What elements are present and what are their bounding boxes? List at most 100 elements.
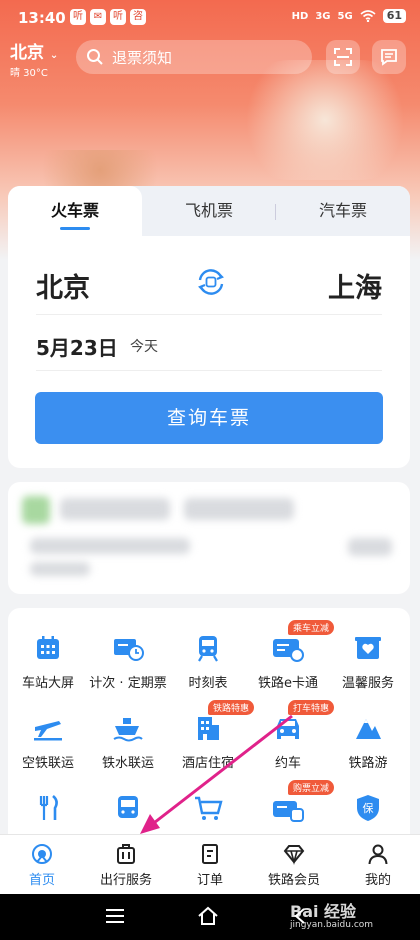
user-icon bbox=[368, 844, 388, 865]
search-icon bbox=[87, 49, 103, 65]
message-icon bbox=[381, 49, 397, 66]
tab-divider bbox=[275, 204, 276, 220]
swap-icon[interactable] bbox=[195, 266, 227, 298]
plane-icon bbox=[34, 721, 62, 741]
service-label: 计次 · 定期票 bbox=[89, 676, 167, 691]
insurance-icon: 保 bbox=[357, 795, 379, 821]
blurred-text bbox=[60, 498, 170, 520]
tab-bus[interactable]: 汽车票 bbox=[276, 186, 410, 236]
departure-city[interactable]: 北京 bbox=[36, 266, 90, 305]
date-note: 今天 bbox=[130, 339, 158, 355]
city-selector[interactable]: 北京 ⌄ 晴 30°C bbox=[10, 38, 58, 79]
nav-profile[interactable]: 我的 bbox=[336, 835, 420, 894]
bus-icon bbox=[118, 796, 138, 818]
service-rail-tour[interactable]: 铁路游 bbox=[328, 708, 408, 771]
service-bus[interactable] bbox=[88, 788, 168, 832]
service-air-rail[interactable]: 空铁联运 bbox=[8, 708, 88, 771]
calendar-icon bbox=[37, 636, 59, 659]
banner-decoration bbox=[230, 60, 420, 180]
blurred-icon bbox=[22, 496, 50, 524]
home-icon bbox=[32, 844, 52, 864]
home-button-icon[interactable] bbox=[196, 906, 220, 926]
fork-knife-icon bbox=[39, 795, 58, 820]
nav-travel-services[interactable]: 出行服务 bbox=[84, 835, 168, 894]
city-name: 北京 bbox=[10, 43, 44, 63]
heart-box-icon bbox=[355, 637, 381, 659]
chevron-down-icon: ⌄ bbox=[49, 50, 59, 61]
ticket-clock-icon bbox=[114, 639, 144, 661]
battery-indicator: 61 bbox=[382, 9, 406, 23]
watermark-site: jingyan.baidu.com bbox=[290, 920, 374, 930]
weather-text: 晴 30°C bbox=[10, 68, 48, 79]
query-tickets-button[interactable]: 查询车票 bbox=[35, 392, 383, 444]
tab-train[interactable]: 火车票 bbox=[8, 186, 142, 236]
bottom-navigation: 首页 出行服务 订单 铁路会员 我的 bbox=[0, 834, 420, 894]
service-rail-water[interactable]: 铁水联运 bbox=[88, 708, 168, 771]
train-icon bbox=[198, 636, 218, 662]
notification-icons: 听 ✉ 听 咨 bbox=[70, 9, 146, 25]
nav-home[interactable]: 首页 bbox=[0, 835, 84, 894]
service-periodic-ticket[interactable]: 计次 · 定期票 bbox=[88, 628, 168, 691]
service-label: 酒店住宿 bbox=[181, 756, 234, 771]
service-station-screen[interactable]: 车站大屏 bbox=[8, 628, 88, 691]
svg-text:保: 保 bbox=[363, 801, 374, 815]
blurred-text bbox=[30, 538, 190, 554]
tab-flight[interactable]: 飞机票 bbox=[142, 186, 276, 236]
mountain-icon bbox=[356, 719, 381, 739]
service-card-train[interactable]: 购票立减 bbox=[248, 780, 335, 832]
departure-date[interactable]: 5月23日 bbox=[36, 332, 118, 361]
card-icon bbox=[273, 639, 304, 662]
service-hotel[interactable]: 铁路特惠 酒店住宿 bbox=[168, 700, 255, 771]
service-label: 约车 bbox=[274, 756, 301, 771]
banner-decoration bbox=[20, 150, 180, 190]
service-car[interactable]: 打车特惠 约车 bbox=[248, 700, 335, 771]
blurred-text bbox=[184, 498, 294, 520]
hd-icon: HD bbox=[291, 10, 309, 22]
nav-membership[interactable]: 铁路会员 bbox=[252, 835, 336, 894]
ticket-tabs: 火车票 飞机票 汽车票 bbox=[8, 186, 410, 236]
signal-5g-icon: 5G bbox=[337, 10, 353, 22]
service-label: 铁路e卡通 bbox=[258, 676, 318, 691]
blurred-text bbox=[30, 562, 90, 576]
nav-orders[interactable]: 订单 bbox=[168, 835, 252, 894]
wifi-icon bbox=[360, 10, 376, 22]
app-notification-icon: 听 bbox=[110, 9, 126, 25]
arrival-city[interactable]: 上海 bbox=[328, 266, 382, 305]
nav-label: 订单 bbox=[196, 873, 223, 888]
nav-label: 铁路会员 bbox=[267, 873, 320, 888]
diamond-icon bbox=[283, 845, 305, 866]
divider bbox=[36, 370, 382, 371]
watermark-brand: Bai 经验 bbox=[290, 902, 357, 921]
service-label: 温馨服务 bbox=[341, 676, 394, 691]
search-input[interactable]: 退票须知 bbox=[76, 40, 312, 74]
car-icon bbox=[277, 719, 299, 739]
nav-label: 出行服务 bbox=[99, 873, 152, 888]
mail-icon: ✉ bbox=[90, 9, 106, 25]
blurred-text bbox=[348, 538, 392, 556]
service-label: 铁水联运 bbox=[101, 756, 154, 771]
status-indicators: HD 3G 5G 61 bbox=[292, 9, 406, 23]
hotel-icon bbox=[198, 717, 219, 740]
scan-button[interactable] bbox=[326, 40, 360, 74]
service-shopping[interactable] bbox=[168, 788, 248, 832]
nav-label: 首页 bbox=[28, 873, 55, 888]
cart-icon bbox=[195, 796, 223, 820]
message-button[interactable] bbox=[372, 40, 406, 74]
menu-icon[interactable] bbox=[104, 906, 126, 926]
service-e-card[interactable]: 乘车立减 铁路e卡通 bbox=[248, 620, 335, 691]
service-timetable[interactable]: 时刻表 bbox=[168, 628, 248, 691]
service-insurance[interactable]: 保 bbox=[328, 788, 408, 832]
ship-icon bbox=[113, 718, 143, 742]
card-train-icon bbox=[273, 801, 304, 822]
service-care[interactable]: 温馨服务 bbox=[328, 628, 408, 691]
status-time: 13:40 bbox=[18, 9, 66, 27]
watermark: Bai 经验 jingyan.baidu.com bbox=[290, 898, 373, 930]
order-icon bbox=[202, 844, 218, 864]
service-label: 铁路游 bbox=[348, 756, 388, 771]
divider bbox=[36, 314, 382, 315]
service-dining[interactable] bbox=[8, 788, 88, 832]
search-placeholder: 退票须知 bbox=[112, 48, 173, 67]
status-bar: 13:40 听 ✉ 听 咨 HD 3G 5G 61 bbox=[0, 0, 420, 36]
scan-icon bbox=[334, 48, 352, 66]
services-grid: 车站大屏 计次 · 定期票 时刻表 乘车立减 铁路e卡通 温馨服务 空铁联运 铁… bbox=[8, 608, 410, 838]
